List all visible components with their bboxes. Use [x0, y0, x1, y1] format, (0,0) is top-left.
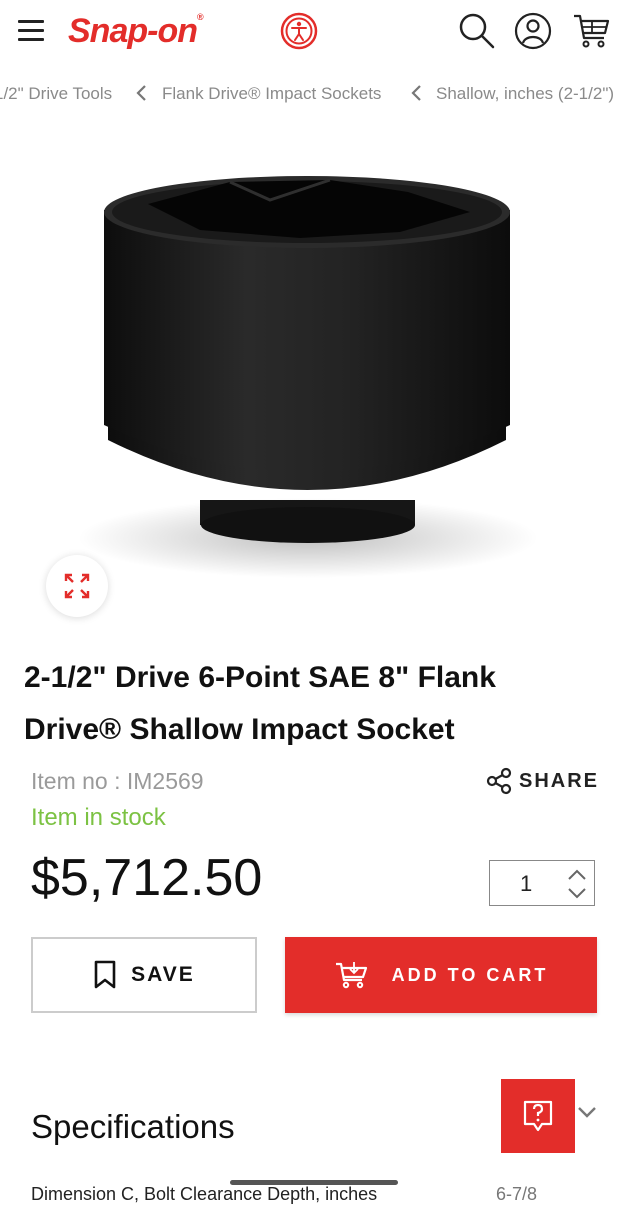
- add-to-cart-button[interactable]: ADD TO CART: [285, 937, 597, 1013]
- product-title-line: 2-1/2" Drive 6-Point SAE 8" Flank: [24, 661, 496, 694]
- breadcrumb-item[interactable]: Flank Drive® Impact Sockets: [162, 84, 381, 104]
- save-label: SAVE: [131, 963, 195, 986]
- spec-value: 6-7/8: [496, 1184, 538, 1204]
- quantity-stepper[interactable]: 1: [489, 860, 595, 906]
- breadcrumb-item[interactable]: 1/2" Drive Tools: [0, 84, 112, 104]
- stepper-arrows-icon[interactable]: [566, 867, 588, 901]
- product-title-line: Drive® Shallow Impact Socket: [24, 713, 455, 746]
- add-to-cart-label: ADD TO CART: [391, 964, 549, 985]
- header: Snap-on®: [0, 0, 627, 64]
- user-icon[interactable]: [514, 12, 552, 50]
- bookmark-icon: [94, 960, 116, 989]
- brand-logo[interactable]: Snap-on®: [68, 12, 204, 51]
- specifications-heading[interactable]: Specifications: [31, 1108, 235, 1146]
- brand-name: Snap-on: [68, 12, 198, 50]
- cart-icon: [335, 962, 367, 989]
- breadcrumb: 1/2" Drive Tools Flank Drive® Impact Soc…: [0, 80, 627, 110]
- brand-registered-mark: ®: [196, 12, 204, 22]
- cart-icon[interactable]: [572, 12, 610, 50]
- help-button[interactable]: [501, 1079, 575, 1153]
- quantity-value[interactable]: 1: [520, 871, 532, 897]
- share-button[interactable]: SHARE: [485, 766, 599, 796]
- save-button[interactable]: SAVE: [31, 937, 257, 1013]
- chevron-left-icon: [136, 85, 146, 101]
- chevron-left-icon: [411, 85, 421, 101]
- search-icon[interactable]: [458, 12, 496, 50]
- expand-icon: [64, 573, 90, 599]
- product-image[interactable]: [0, 120, 627, 620]
- breadcrumb-item[interactable]: Shallow, inches (2-1/2"): [436, 84, 614, 104]
- accessibility-icon[interactable]: [280, 12, 318, 50]
- product-price: $5,712.50: [31, 849, 263, 907]
- share-icon: [486, 767, 512, 795]
- stock-status: Item in stock: [31, 804, 166, 831]
- chevron-down-icon[interactable]: [576, 1104, 598, 1120]
- question-icon: [523, 1100, 553, 1132]
- item-number: Item no : IM2569: [31, 768, 204, 794]
- spec-label: Dimension C, Bolt Clearance Depth, inche…: [31, 1184, 378, 1204]
- home-indicator[interactable]: [230, 1180, 398, 1185]
- share-label: SHARE: [519, 769, 600, 792]
- product-title: 2-1/2" Drive 6-Point SAE 8" Flank Drive®…: [24, 652, 604, 756]
- menu-icon[interactable]: [18, 20, 44, 42]
- zoom-image-button[interactable]: [46, 555, 108, 617]
